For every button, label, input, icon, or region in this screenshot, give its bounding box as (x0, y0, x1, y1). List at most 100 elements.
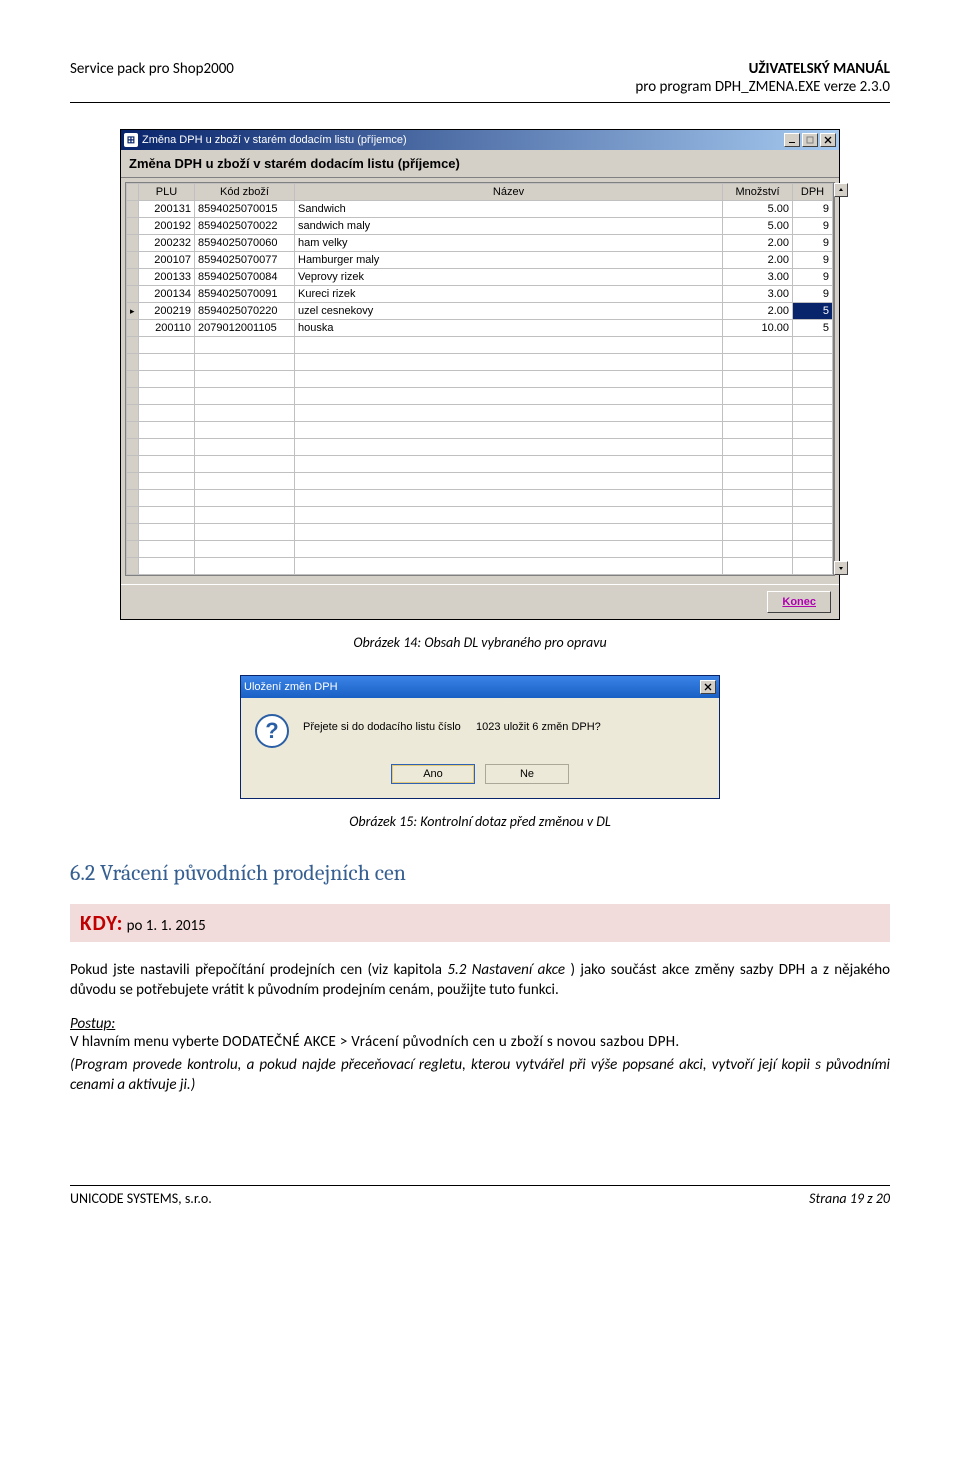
cell-kod[interactable]: 8594025070091 (195, 286, 295, 303)
header-left: Service pack pro Shop2000 (70, 60, 234, 78)
kdy-box: KDY: po 1. 1. 2015 (70, 904, 890, 942)
cell-kod[interactable]: 2079012001105 (195, 320, 295, 337)
para1-a: Pokud jste nastavili přepočítání prodejn… (70, 961, 447, 979)
vertical-scrollbar[interactable] (833, 183, 834, 575)
cell-kod[interactable]: 8594025070060 (195, 235, 295, 252)
cell-mn[interactable]: 10.00 (723, 320, 793, 337)
cell-kod[interactable]: 8594025070077 (195, 252, 295, 269)
cell-mn[interactable]: 5.00 (723, 218, 793, 235)
cell-mn[interactable]: 3.00 (723, 269, 793, 286)
table-row[interactable]: 2001338594025070084Veprovy rizek3.009 (127, 269, 833, 286)
titlebar: ⊞ Změna DPH u zboží v starém dodacím lis… (121, 130, 839, 150)
table-row-empty (127, 507, 833, 524)
cell-dph[interactable]: 9 (793, 269, 833, 286)
cell-kod[interactable]: 8594025070015 (195, 201, 295, 218)
cell-plu[interactable]: 200219 (139, 303, 195, 320)
row-indicator (127, 235, 139, 252)
table-header-row: PLU Kód zboží Název Množství DPH (127, 184, 833, 201)
window-footer: Konec (121, 584, 839, 619)
cell-kod[interactable]: 8594025070220 (195, 303, 295, 320)
cell-mn[interactable]: 2.00 (723, 235, 793, 252)
grid-panel: PLU Kód zboží Název Množství DPH 2001318… (121, 178, 839, 584)
cell-nazev[interactable]: houska (295, 320, 723, 337)
para1-ref: 5.2 Nastavení akce (447, 961, 565, 979)
cell-plu[interactable]: 200133 (139, 269, 195, 286)
data-table[interactable]: PLU Kód zboží Název Množství DPH 2001318… (126, 183, 833, 575)
dialog-close-button[interactable] (700, 680, 716, 694)
col-dph: DPH (793, 184, 833, 201)
cell-mn[interactable]: 2.00 (723, 252, 793, 269)
close-button[interactable] (820, 133, 836, 147)
table-row-empty (127, 558, 833, 575)
cell-mn[interactable]: 2.00 (723, 303, 793, 320)
cell-nazev[interactable]: uzel cesnekovy (295, 303, 723, 320)
row-indicator (127, 218, 139, 235)
konec-button[interactable]: Konec (767, 591, 831, 613)
cell-plu[interactable]: 200192 (139, 218, 195, 235)
table-row[interactable]: 2001928594025070022sandwich maly5.009 (127, 218, 833, 235)
cell-mn[interactable]: 3.00 (723, 286, 793, 303)
cell-plu[interactable]: 200110 (139, 320, 195, 337)
cell-mn[interactable]: 5.00 (723, 201, 793, 218)
cell-dph[interactable]: 5 (793, 320, 833, 337)
scroll-down-button[interactable] (834, 561, 848, 575)
table-row-empty (127, 388, 833, 405)
cell-plu[interactable]: 200107 (139, 252, 195, 269)
dialog-msg-b: 1023 uložit 6 změn DPH? (476, 721, 601, 733)
table-row[interactable]: 2001318594025070015Sandwich5.009 (127, 201, 833, 218)
cell-nazev[interactable]: ham velky (295, 235, 723, 252)
cell-nazev[interactable]: Kureci rizek (295, 286, 723, 303)
header-right-bold: UŽIVATELSKÝ MANUÁL (635, 60, 890, 78)
page-header: Service pack pro Shop2000 UŽIVATELSKÝ MA… (70, 60, 890, 96)
minimize-button[interactable] (784, 133, 800, 147)
app-window: ⊞ Změna DPH u zboží v starém dodacím lis… (120, 129, 840, 620)
menu-instruction: V hlavním menu vyberte DODATEČNÉ AKCE > … (70, 1033, 890, 1051)
maximize-button[interactable] (802, 133, 818, 147)
table-row[interactable]: 2002198594025070220uzel cesnekovy2.005 (127, 303, 833, 320)
header-right-sub: pro program DPH_ZMENA.EXE verze 2.3.0 (635, 78, 890, 96)
scroll-up-button[interactable] (834, 183, 848, 197)
cell-dph[interactable]: 9 (793, 252, 833, 269)
cell-nazev[interactable]: sandwich maly (295, 218, 723, 235)
cell-nazev[interactable]: Sandwich (295, 201, 723, 218)
col-nazev: Název (295, 184, 723, 201)
header-right: UŽIVATELSKÝ MANUÁL pro program DPH_ZMENA… (635, 60, 890, 96)
footer-right: Strana 19 z 20 (809, 1190, 890, 1207)
menu-line-a: V hlavním menu vyberte (70, 1033, 222, 1051)
cell-dph[interactable]: 9 (793, 201, 833, 218)
cell-nazev[interactable]: Hamburger maly (295, 252, 723, 269)
cell-plu[interactable]: 200134 (139, 286, 195, 303)
dialog-no-button[interactable]: Ne (485, 764, 569, 784)
postup-label: Postup: (70, 1015, 890, 1033)
cell-dph[interactable]: 9 (793, 235, 833, 252)
cell-plu[interactable]: 200232 (139, 235, 195, 252)
window-title: Změna DPH u zboží v starém dodacím listu… (142, 134, 407, 146)
dialog-window: Uložení změn DPH ? Přejete si do dodacíh… (240, 675, 720, 799)
table-row[interactable]: 2001348594025070091Kureci rizek3.009 (127, 286, 833, 303)
col-mn: Množství (723, 184, 793, 201)
col-plu: PLU (139, 184, 195, 201)
section-heading: 6.2 Vrácení původních prodejních cen (70, 860, 890, 886)
cell-dph[interactable]: 5 (793, 303, 833, 320)
row-indicator (127, 320, 139, 337)
row-indicator (127, 201, 139, 218)
table-row-empty (127, 541, 833, 558)
dialog-yes-button[interactable]: Ano (391, 764, 475, 784)
cell-nazev[interactable]: Veprovy rizek (295, 269, 723, 286)
minimize-icon (788, 136, 796, 144)
table-row-empty (127, 439, 833, 456)
cell-plu[interactable]: 200131 (139, 201, 195, 218)
cell-dph[interactable]: 9 (793, 218, 833, 235)
cell-dph[interactable]: 9 (793, 286, 833, 303)
col-indicator (127, 184, 139, 201)
table-row[interactable]: 2001102079012001105houska10.005 (127, 320, 833, 337)
header-rule (70, 102, 890, 103)
cell-kod[interactable]: 8594025070084 (195, 269, 295, 286)
cell-kod[interactable]: 8594025070022 (195, 218, 295, 235)
table-row-empty (127, 405, 833, 422)
table-row[interactable]: 2002328594025070060ham velky2.009 (127, 235, 833, 252)
page-footer: UNICODE SYSTEMS, s.r.o. Strana 19 z 20 (70, 1185, 890, 1207)
table-row[interactable]: 2001078594025070077Hamburger maly2.009 (127, 252, 833, 269)
dialog-message: Přejete si do dodacího listu číslo 1023 … (303, 714, 705, 735)
row-indicator (127, 252, 139, 269)
